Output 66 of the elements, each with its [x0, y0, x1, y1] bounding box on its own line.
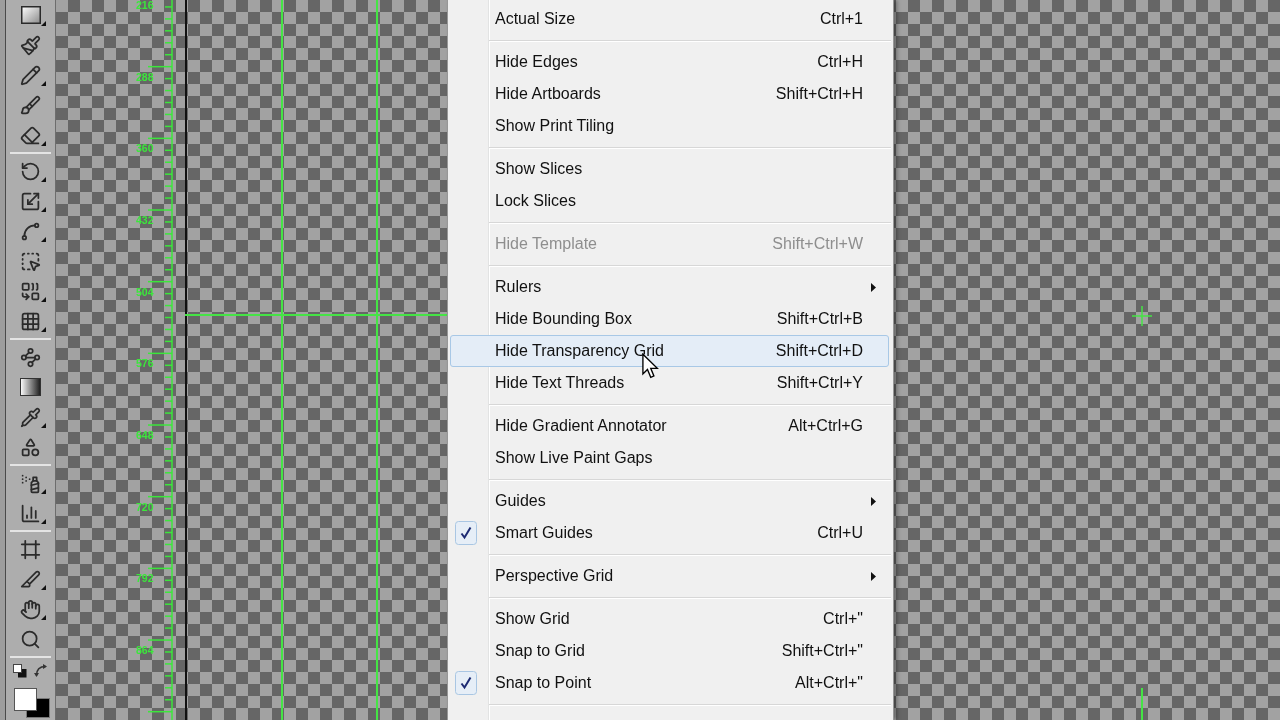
menu-item[interactable]: Guides	[450, 485, 889, 517]
ruler-label: 360	[136, 142, 154, 155]
menu-item[interactable]: Show Grid Ctrl+"	[450, 603, 889, 635]
gradient-swatch-icon	[20, 378, 41, 396]
waypoints-icon	[20, 346, 41, 368]
eyedropper-icon	[20, 406, 41, 428]
search-icon	[20, 628, 41, 650]
shortcut-label: Ctrl+1	[819, 9, 863, 29]
menu-item[interactable]: Hide Transparency Grid Shift+Ctrl+D	[450, 335, 889, 367]
ruler-label: 288	[136, 70, 154, 83]
bar-chart-icon	[20, 502, 41, 524]
paintbrush-icon	[20, 34, 41, 56]
brush-icon	[20, 94, 41, 116]
menu-item[interactable]: Snap to Point Alt+Ctrl+"	[450, 667, 889, 699]
ruler-label: 648	[136, 429, 154, 441]
menu-item[interactable]: Snap to Grid Shift+Ctrl+"	[450, 635, 889, 667]
menu-item[interactable]: Perspective Grid	[450, 560, 889, 592]
rotate-icon	[20, 160, 41, 182]
shortcut-label: Shift+Ctrl+Y	[776, 373, 863, 393]
hand-icon	[20, 598, 41, 620]
scale-icon	[20, 190, 41, 212]
ruler-label: 864	[136, 644, 154, 657]
menu-item[interactable]: Hide Artboards Shift+Ctrl+H	[450, 78, 889, 110]
shortcut-label: Shift+Ctrl+B	[776, 309, 863, 329]
eraser-icon	[20, 124, 41, 146]
menu-item[interactable]: Hide Text Threads Shift+Ctrl+Y	[450, 367, 889, 399]
combine-icon	[20, 280, 41, 302]
ruler-label: 720	[136, 500, 154, 513]
shortcut-label: Shift+Ctrl+H	[775, 84, 863, 104]
shortcut-label: Ctrl+"	[823, 609, 863, 629]
shortcut-label: Ctrl+H	[817, 52, 863, 72]
ruler-label: 792	[136, 572, 154, 585]
menu-item[interactable]: Hide Bounding Box Shift+Ctrl+B	[450, 303, 889, 335]
rectangle-icon	[20, 6, 41, 24]
dashed-square-pointer-icon	[20, 250, 41, 272]
spline-icon	[20, 220, 41, 242]
frame-icon	[20, 538, 41, 560]
swap-arrows-icon	[34, 664, 48, 678]
ruler-label: 216	[136, 0, 154, 11]
fill-swatch-icon[interactable]	[14, 688, 37, 711]
shortcut-label: Alt+Ctrl+G	[788, 416, 863, 436]
menu-item[interactable]: Show Live Paint Gaps	[450, 442, 889, 474]
default-colors-icon	[13, 664, 27, 678]
shapes-icon	[20, 436, 41, 458]
shortcut-label: Shift+Ctrl+W	[772, 234, 863, 254]
crosshair-icon	[1132, 306, 1152, 326]
shortcut-label: Shift+Ctrl+"	[781, 641, 863, 661]
shortcut-label: Ctrl+U	[817, 523, 863, 543]
knife-icon	[20, 568, 41, 590]
grid-icon	[20, 310, 41, 332]
menu-item[interactable]: Hide Gradient Annotator Alt+Ctrl+G	[450, 410, 889, 442]
guide-line	[1141, 688, 1143, 720]
shortcut-label: Alt+Ctrl+"	[795, 673, 863, 693]
ruler-label: 432	[136, 214, 154, 226]
menu-item[interactable]: Lock Slices	[450, 185, 889, 217]
ruler-label: 576	[136, 357, 154, 370]
menu-item[interactable]: Smart Guides Ctrl+U	[450, 517, 889, 549]
menu-item[interactable]: Show Slices	[450, 153, 889, 185]
menu-item[interactable]: Show Print Tiling	[450, 110, 889, 142]
menu-item[interactable]: Rulers	[450, 271, 889, 303]
menu-item[interactable]: Actual Size Ctrl+1	[450, 3, 889, 35]
spray-can-icon	[20, 472, 41, 494]
shortcut-label: Shift+Ctrl+D	[775, 341, 863, 361]
pencil-icon	[20, 64, 41, 86]
menu-item[interactable]: Hide Edges Ctrl+H	[450, 46, 889, 78]
ruler-label: 504	[136, 285, 154, 298]
